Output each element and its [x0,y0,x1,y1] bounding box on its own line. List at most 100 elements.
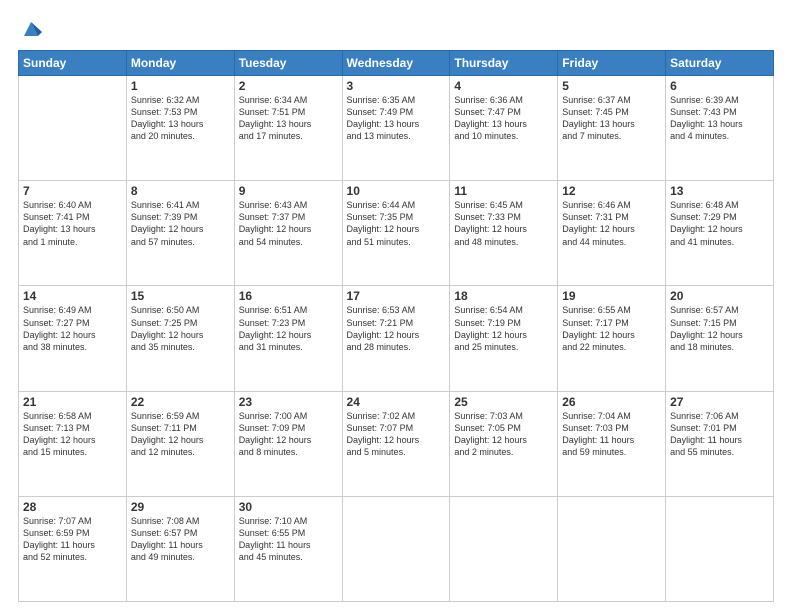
cell-details: Sunrise: 6:57 AMSunset: 7:15 PMDaylight:… [670,304,769,353]
day-number: 1 [131,79,230,93]
weekday-header-sunday: Sunday [19,51,127,76]
logo-icon [20,18,42,40]
calendar-cell: 28Sunrise: 7:07 AMSunset: 6:59 PMDayligh… [19,496,127,601]
calendar-cell: 18Sunrise: 6:54 AMSunset: 7:19 PMDayligh… [450,286,558,391]
cell-details: Sunrise: 7:03 AMSunset: 7:05 PMDaylight:… [454,410,553,459]
day-number: 20 [670,289,769,303]
cell-details: Sunrise: 6:54 AMSunset: 7:19 PMDaylight:… [454,304,553,353]
cell-details: Sunrise: 6:51 AMSunset: 7:23 PMDaylight:… [239,304,338,353]
calendar-week-row: 1Sunrise: 6:32 AMSunset: 7:53 PMDaylight… [19,76,774,181]
day-number: 10 [347,184,446,198]
day-number: 19 [562,289,661,303]
calendar-cell [558,496,666,601]
cell-details: Sunrise: 6:32 AMSunset: 7:53 PMDaylight:… [131,94,230,143]
day-number: 28 [23,500,122,514]
weekday-header-tuesday: Tuesday [234,51,342,76]
calendar-week-row: 28Sunrise: 7:07 AMSunset: 6:59 PMDayligh… [19,496,774,601]
calendar-cell: 10Sunrise: 6:44 AMSunset: 7:35 PMDayligh… [342,181,450,286]
calendar-cell [450,496,558,601]
cell-details: Sunrise: 6:49 AMSunset: 7:27 PMDaylight:… [23,304,122,353]
calendar-cell [666,496,774,601]
day-number: 24 [347,395,446,409]
calendar-cell: 4Sunrise: 6:36 AMSunset: 7:47 PMDaylight… [450,76,558,181]
header [18,18,774,40]
day-number: 30 [239,500,338,514]
cell-details: Sunrise: 6:53 AMSunset: 7:21 PMDaylight:… [347,304,446,353]
day-number: 9 [239,184,338,198]
cell-details: Sunrise: 7:06 AMSunset: 7:01 PMDaylight:… [670,410,769,459]
calendar-week-row: 14Sunrise: 6:49 AMSunset: 7:27 PMDayligh… [19,286,774,391]
calendar-cell: 22Sunrise: 6:59 AMSunset: 7:11 PMDayligh… [126,391,234,496]
day-number: 7 [23,184,122,198]
day-number: 6 [670,79,769,93]
day-number: 13 [670,184,769,198]
cell-details: Sunrise: 7:08 AMSunset: 6:57 PMDaylight:… [131,515,230,564]
calendar-cell: 7Sunrise: 6:40 AMSunset: 7:41 PMDaylight… [19,181,127,286]
cell-details: Sunrise: 6:50 AMSunset: 7:25 PMDaylight:… [131,304,230,353]
cell-details: Sunrise: 7:02 AMSunset: 7:07 PMDaylight:… [347,410,446,459]
day-number: 21 [23,395,122,409]
calendar-cell: 24Sunrise: 7:02 AMSunset: 7:07 PMDayligh… [342,391,450,496]
day-number: 15 [131,289,230,303]
cell-details: Sunrise: 6:45 AMSunset: 7:33 PMDaylight:… [454,199,553,248]
logo [18,18,42,40]
cell-details: Sunrise: 6:34 AMSunset: 7:51 PMDaylight:… [239,94,338,143]
cell-details: Sunrise: 6:41 AMSunset: 7:39 PMDaylight:… [131,199,230,248]
day-number: 8 [131,184,230,198]
calendar-week-row: 7Sunrise: 6:40 AMSunset: 7:41 PMDaylight… [19,181,774,286]
day-number: 27 [670,395,769,409]
day-number: 4 [454,79,553,93]
calendar-cell: 6Sunrise: 6:39 AMSunset: 7:43 PMDaylight… [666,76,774,181]
weekday-header-saturday: Saturday [666,51,774,76]
page: SundayMondayTuesdayWednesdayThursdayFrid… [0,0,792,612]
day-number: 14 [23,289,122,303]
cell-details: Sunrise: 6:59 AMSunset: 7:11 PMDaylight:… [131,410,230,459]
cell-details: Sunrise: 7:04 AMSunset: 7:03 PMDaylight:… [562,410,661,459]
day-number: 23 [239,395,338,409]
day-number: 22 [131,395,230,409]
calendar-cell: 2Sunrise: 6:34 AMSunset: 7:51 PMDaylight… [234,76,342,181]
cell-details: Sunrise: 7:07 AMSunset: 6:59 PMDaylight:… [23,515,122,564]
day-number: 2 [239,79,338,93]
cell-details: Sunrise: 6:46 AMSunset: 7:31 PMDaylight:… [562,199,661,248]
calendar-cell: 16Sunrise: 6:51 AMSunset: 7:23 PMDayligh… [234,286,342,391]
calendar-cell: 26Sunrise: 7:04 AMSunset: 7:03 PMDayligh… [558,391,666,496]
calendar-cell: 13Sunrise: 6:48 AMSunset: 7:29 PMDayligh… [666,181,774,286]
calendar-cell: 11Sunrise: 6:45 AMSunset: 7:33 PMDayligh… [450,181,558,286]
day-number: 5 [562,79,661,93]
calendar-cell: 25Sunrise: 7:03 AMSunset: 7:05 PMDayligh… [450,391,558,496]
calendar-cell [19,76,127,181]
weekday-header-row: SundayMondayTuesdayWednesdayThursdayFrid… [19,51,774,76]
calendar-cell: 14Sunrise: 6:49 AMSunset: 7:27 PMDayligh… [19,286,127,391]
cell-details: Sunrise: 6:48 AMSunset: 7:29 PMDaylight:… [670,199,769,248]
calendar-cell: 23Sunrise: 7:00 AMSunset: 7:09 PMDayligh… [234,391,342,496]
calendar-cell: 27Sunrise: 7:06 AMSunset: 7:01 PMDayligh… [666,391,774,496]
day-number: 26 [562,395,661,409]
calendar-cell: 1Sunrise: 6:32 AMSunset: 7:53 PMDaylight… [126,76,234,181]
cell-details: Sunrise: 7:10 AMSunset: 6:55 PMDaylight:… [239,515,338,564]
calendar-week-row: 21Sunrise: 6:58 AMSunset: 7:13 PMDayligh… [19,391,774,496]
cell-details: Sunrise: 6:37 AMSunset: 7:45 PMDaylight:… [562,94,661,143]
cell-details: Sunrise: 6:40 AMSunset: 7:41 PMDaylight:… [23,199,122,248]
day-number: 29 [131,500,230,514]
calendar-cell: 12Sunrise: 6:46 AMSunset: 7:31 PMDayligh… [558,181,666,286]
day-number: 17 [347,289,446,303]
cell-details: Sunrise: 6:58 AMSunset: 7:13 PMDaylight:… [23,410,122,459]
weekday-header-thursday: Thursday [450,51,558,76]
weekday-header-wednesday: Wednesday [342,51,450,76]
day-number: 11 [454,184,553,198]
cell-details: Sunrise: 6:55 AMSunset: 7:17 PMDaylight:… [562,304,661,353]
day-number: 25 [454,395,553,409]
day-number: 12 [562,184,661,198]
cell-details: Sunrise: 6:36 AMSunset: 7:47 PMDaylight:… [454,94,553,143]
cell-details: Sunrise: 6:35 AMSunset: 7:49 PMDaylight:… [347,94,446,143]
calendar-cell: 8Sunrise: 6:41 AMSunset: 7:39 PMDaylight… [126,181,234,286]
weekday-header-friday: Friday [558,51,666,76]
day-number: 16 [239,289,338,303]
calendar-cell: 15Sunrise: 6:50 AMSunset: 7:25 PMDayligh… [126,286,234,391]
calendar-cell: 9Sunrise: 6:43 AMSunset: 7:37 PMDaylight… [234,181,342,286]
calendar-cell: 17Sunrise: 6:53 AMSunset: 7:21 PMDayligh… [342,286,450,391]
day-number: 18 [454,289,553,303]
calendar-cell: 3Sunrise: 6:35 AMSunset: 7:49 PMDaylight… [342,76,450,181]
calendar-cell: 29Sunrise: 7:08 AMSunset: 6:57 PMDayligh… [126,496,234,601]
